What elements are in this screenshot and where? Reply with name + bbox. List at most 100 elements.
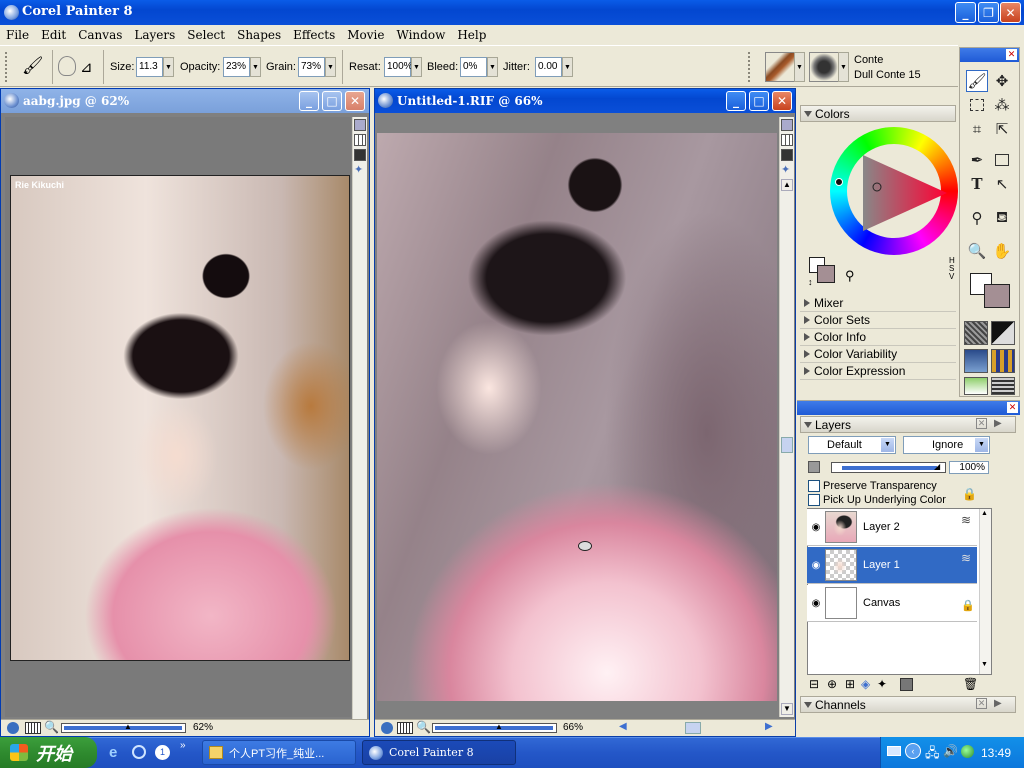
- layers-palette-title-bar[interactable]: ✕: [797, 401, 1020, 415]
- menu-help[interactable]: Help: [451, 28, 492, 42]
- doc2-grid-icon[interactable]: [781, 134, 793, 146]
- restore-button[interactable]: ❐: [978, 2, 999, 23]
- keyboard-tray-icon[interactable]: [887, 746, 901, 756]
- layers-panel-menu-icon[interactable]: ▶: [994, 418, 1002, 429]
- lock-layer-icon[interactable]: 🔒: [962, 487, 977, 501]
- doc1-minimize-button[interactable]: _: [299, 91, 319, 111]
- quicklaunch-badge-icon[interactable]: 1: [155, 745, 170, 760]
- start-button[interactable]: 开始: [0, 737, 97, 768]
- menu-canvas[interactable]: Canvas: [72, 28, 128, 42]
- layer-effects-icon[interactable]: ✦: [877, 677, 887, 691]
- layers-panel-close-icon[interactable]: ✕: [976, 418, 987, 429]
- color-sets-section[interactable]: Color Sets: [800, 312, 956, 329]
- bleed-dropdown-icon[interactable]: ▼: [487, 57, 498, 77]
- colors-panel-header[interactable]: Colors: [800, 105, 956, 122]
- menu-effects[interactable]: Effects: [287, 28, 341, 42]
- paint-bucket-icon[interactable]: ⛾: [991, 207, 1013, 229]
- mixer-section[interactable]: Mixer: [800, 295, 956, 312]
- jitter-field[interactable]: 0.00: [535, 57, 562, 77]
- doc2-drawing-mode-icon[interactable]: [381, 722, 393, 734]
- menu-select[interactable]: Select: [181, 28, 231, 42]
- browser-quicklaunch-icon[interactable]: [132, 745, 146, 759]
- layer-opacity-slider[interactable]: ◢: [831, 462, 946, 473]
- canvas-visibility-eye-icon[interactable]: ◉: [807, 598, 825, 609]
- toolbox-close-icon[interactable]: ✕: [1006, 49, 1017, 60]
- taskbar-item-painter[interactable]: Corel Painter 8: [362, 740, 516, 765]
- layer-commands-icon[interactable]: ⊟: [809, 677, 819, 691]
- doc1-vertical-scrollbar[interactable]: ✦: [352, 117, 367, 722]
- look-selector-icon[interactable]: [964, 377, 988, 395]
- tray-expand-icon[interactable]: ‹: [905, 743, 921, 759]
- toolbar-grip[interactable]: [5, 52, 8, 82]
- painting-canvas[interactable]: [377, 133, 777, 701]
- ie-quicklaunch-icon[interactable]: e: [109, 744, 117, 761]
- doc2-color-square-icon[interactable]: [781, 149, 793, 161]
- doc1-zoom-slider[interactable]: ▲: [61, 722, 186, 733]
- layer-group-icon[interactable]: [900, 678, 913, 691]
- brush-category-dropdown-icon[interactable]: ▼: [794, 52, 805, 82]
- menu-file[interactable]: File: [0, 28, 35, 42]
- gradient-selector-icon[interactable]: [991, 321, 1015, 345]
- pick-up-underlying-checkbox[interactable]: [808, 494, 820, 506]
- doc2-vertical-scrollbar[interactable]: ✦ ▲ ▼: [779, 117, 794, 717]
- taskbar-item-folder[interactable]: 个人PT习作_纯业...: [202, 740, 356, 765]
- doc2-star-icon[interactable]: ✦: [781, 163, 790, 176]
- color-variability-section[interactable]: Color Variability: [800, 346, 956, 363]
- toolbox-additional-color-swatch[interactable]: [984, 284, 1010, 308]
- doc2-canvas-area[interactable]: [377, 117, 779, 717]
- doc1-close-button[interactable]: ✕: [345, 91, 365, 111]
- layer-row-layer-2[interactable]: ◉ Layer 2 ≋: [807, 509, 977, 546]
- grain-field[interactable]: 73%: [298, 57, 325, 77]
- size-field[interactable]: 11.3: [136, 57, 163, 77]
- doc1-tracing-paper-icon[interactable]: [354, 119, 366, 131]
- doc1-title-bar[interactable]: aabg.jpg @ 62% _ □ ✕: [1, 89, 369, 113]
- brush-tool-icon[interactable]: 🖌: [22, 56, 44, 76]
- doc2-minimize-button[interactable]: _: [726, 91, 746, 111]
- doc1-color-square-icon[interactable]: [354, 149, 366, 161]
- rectangle-shape-icon[interactable]: [991, 149, 1013, 171]
- doc2-scroll-up-icon[interactable]: ▲: [781, 179, 793, 191]
- channels-panel-header[interactable]: Channels ✕ ▶: [800, 696, 1016, 713]
- painter-app-icon[interactable]: [4, 5, 19, 20]
- conte-brush-category-icon[interactable]: [765, 52, 795, 82]
- doc2-hscroll-thumb[interactable]: [685, 722, 701, 734]
- doc2-hscroll-left-icon[interactable]: ◀: [619, 721, 627, 732]
- doc1-zoom-icon[interactable]: 🔍: [44, 720, 59, 734]
- swap-colors-icon[interactable]: ↕: [808, 277, 813, 287]
- doc2-grid-toggle-icon[interactable]: [397, 722, 413, 734]
- doc2-tracing-paper-icon[interactable]: [781, 119, 793, 131]
- doc2-scroll-down-icon[interactable]: ▼: [781, 703, 793, 715]
- doc1-grid-toggle-icon[interactable]: [25, 722, 41, 734]
- new-layer-icon[interactable]: ⊞: [845, 677, 855, 691]
- freehand-stroke-icon[interactable]: [58, 56, 76, 76]
- doc2-maximize-button[interactable]: □: [749, 91, 769, 111]
- composite-depth-dropdown-icon[interactable]: ▼: [975, 438, 988, 452]
- grain-dropdown-icon[interactable]: ▼: [325, 57, 336, 77]
- quicklaunch-expand-icon[interactable]: »: [180, 740, 186, 751]
- doc1-maximize-button[interactable]: □: [322, 91, 342, 111]
- color-info-section[interactable]: Color Info: [800, 329, 956, 346]
- layer-mask-icon[interactable]: [808, 461, 820, 473]
- layer-row-layer-1[interactable]: ◉ Layer 1 ≋: [807, 547, 977, 584]
- minimize-button[interactable]: _: [955, 2, 976, 23]
- composite-method-dropdown-icon[interactable]: ▼: [881, 438, 894, 452]
- shape-selection-icon[interactable]: ↖: [991, 173, 1013, 195]
- brush-selector-grip[interactable]: [748, 52, 751, 82]
- composite-depth-select[interactable]: Ignore ▼: [903, 436, 990, 454]
- layers-palette-close-icon[interactable]: ✕: [1007, 402, 1018, 413]
- bleed-field[interactable]: 0%: [460, 57, 487, 77]
- weaving-selector-icon[interactable]: [991, 349, 1015, 373]
- network-tray-icon[interactable]: 🖧: [925, 744, 940, 766]
- preserve-transparency-checkbox[interactable]: [808, 480, 820, 492]
- rectangular-selection-icon[interactable]: [966, 94, 988, 116]
- paper-selector-icon[interactable]: [964, 321, 988, 345]
- color-expression-section[interactable]: Color Expression: [800, 363, 956, 380]
- doc2-hscroll-right-icon[interactable]: ▶: [765, 721, 773, 732]
- delete-layer-icon[interactable]: 🗑: [963, 677, 978, 691]
- dynamic-plugins-icon[interactable]: ⊕: [827, 677, 837, 691]
- crop-tool-icon[interactable]: ⌗: [966, 118, 988, 140]
- menu-window[interactable]: Window: [390, 28, 451, 42]
- layers-panel-header[interactable]: Layers ✕ ▶: [800, 416, 1016, 433]
- brush-tool-icon[interactable]: 🖌: [966, 70, 988, 92]
- magnifier-tool-icon[interactable]: 🔍: [966, 240, 988, 262]
